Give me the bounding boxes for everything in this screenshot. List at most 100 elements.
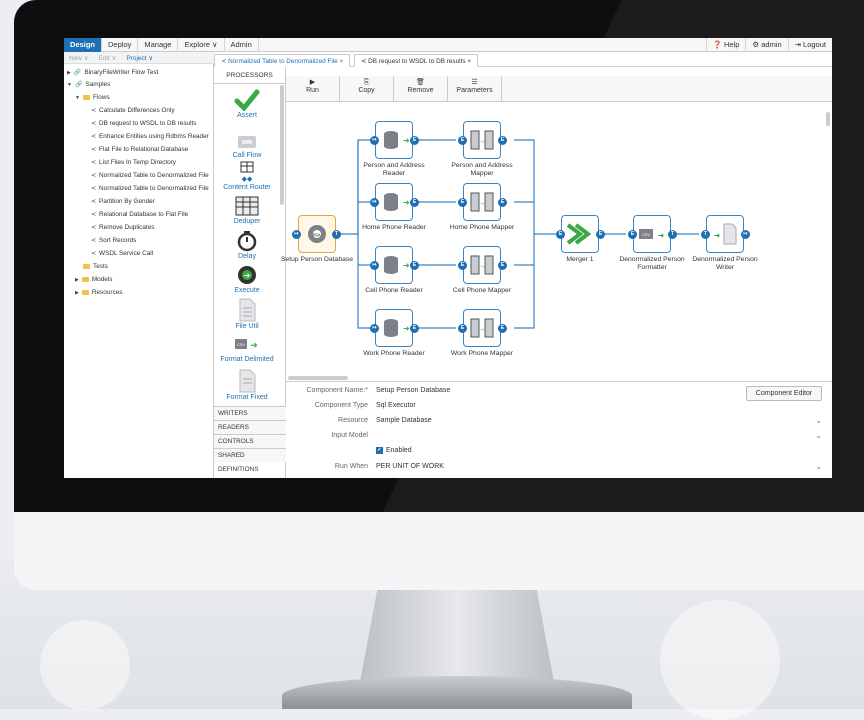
nav-manage[interactable]: Manage xyxy=(138,38,179,52)
tree-item[interactable]: ≺ Calculate Differences Only xyxy=(91,105,175,116)
close-icon[interactable]: × xyxy=(466,58,471,65)
node-denormalized-person-formatter[interactable]: CSV ➜ xyxy=(633,215,671,253)
node-merger-1[interactable] xyxy=(561,215,599,253)
input-port[interactable]: ↦ xyxy=(370,136,379,145)
tree-item[interactable]: ≺ WSDL Service Call xyxy=(91,248,153,259)
node-home-phone-mapper[interactable]: → xyxy=(463,183,501,221)
remove-button[interactable]: 🗑 Remove xyxy=(394,76,448,102)
palette-content-router[interactable]: ◆◆ Content Router xyxy=(214,161,280,191)
project-menu[interactable]: Project ∨ xyxy=(121,54,158,62)
palette-delay[interactable]: Delay xyxy=(214,230,280,260)
tab-db-request[interactable]: ≺ DB request to WSDL to DB results × xyxy=(354,54,479,67)
tab-normalized-table[interactable]: ≺ Normalized Table to Denormalized File … xyxy=(214,54,351,67)
tree-item[interactable]: ≺ Flat File to Relational Database xyxy=(91,144,188,155)
output-port[interactable]: ↦ xyxy=(741,230,750,239)
palette-scrollbar[interactable] xyxy=(280,85,284,205)
input-port[interactable]: ↦ xyxy=(370,324,379,333)
help-button[interactable]: ❓ Help xyxy=(705,38,746,52)
flow-canvas[interactable]: SQL ↦ T Setup Person Database ➜ ↦ E Pers… xyxy=(281,104,832,379)
user-menu[interactable]: ⚙ admin xyxy=(745,38,787,52)
output-port-e[interactable]: E xyxy=(410,324,419,333)
input-port[interactable]: E xyxy=(458,198,467,207)
input-port[interactable]: ↦ xyxy=(370,198,379,207)
output-port-e[interactable]: E xyxy=(498,198,507,207)
run-when-select[interactable]: PER UNIT OF WORK xyxy=(376,460,444,474)
new-menu[interactable]: New ∨ xyxy=(64,54,94,62)
tree-item[interactable]: ≺ Enhance Entities using Rdbms Reader xyxy=(91,131,209,142)
tree-item[interactable]: ▶ 🔗 BinaryFileWriter Flow Test xyxy=(67,67,158,78)
svg-text:SQL: SQL xyxy=(313,232,322,237)
svg-text:➜: ➜ xyxy=(403,136,410,145)
palette-execute[interactable]: ➜ Execute xyxy=(214,264,280,294)
tree-item[interactable]: ≺ Normalized Table to Denormalized File xyxy=(91,170,209,181)
copy-button[interactable]: ⎘ Copy xyxy=(340,76,394,102)
output-port-t[interactable]: T xyxy=(332,230,341,239)
output-port-e[interactable]: E xyxy=(596,230,605,239)
output-port-e[interactable]: E xyxy=(498,261,507,270)
copy-icon: ⎘ xyxy=(363,79,370,86)
run-button[interactable]: ▶ Run xyxy=(286,76,340,102)
canvas-horizontal-scrollbar[interactable] xyxy=(288,376,348,380)
parameters-button[interactable]: ☰ Parameters xyxy=(448,76,502,102)
output-port-t[interactable]: T xyxy=(668,230,677,239)
chevron-down-icon[interactable]: ⌄ xyxy=(815,429,822,443)
input-port[interactable]: T xyxy=(701,230,710,239)
tree-item[interactable]: ≺ DB request to WSDL to DB results xyxy=(91,118,196,129)
node-person-address-mapper[interactable]: → xyxy=(463,121,501,159)
node-setup-person-database[interactable]: SQL xyxy=(298,215,336,253)
node-work-phone-reader[interactable]: ➜ xyxy=(375,309,413,347)
tree-item[interactable]: ≺ Sort Records xyxy=(91,235,136,246)
input-port[interactable]: E xyxy=(628,230,637,239)
palette-deduper[interactable]: Deduper xyxy=(214,195,280,225)
node-denormalized-person-writer[interactable]: ➜ xyxy=(706,215,744,253)
chevron-down-icon[interactable]: ⌄ xyxy=(815,460,822,474)
input-port[interactable]: E xyxy=(458,136,467,145)
output-port-e[interactable]: E xyxy=(410,261,419,270)
tree-item[interactable]: ▼ Flows xyxy=(75,92,110,103)
node-cell-phone-mapper[interactable]: → xyxy=(463,246,501,284)
tree-item[interactable]: Tests xyxy=(83,261,108,272)
logout-button[interactable]: ⇥ Logout xyxy=(787,38,832,52)
tree-item[interactable]: ≺ List Files In Temp Directory xyxy=(91,157,176,168)
output-port-e[interactable]: E xyxy=(498,136,507,145)
palette-format-delimited[interactable]: CSV ➜ Format Delimited xyxy=(214,335,280,363)
input-port[interactable]: ↦ xyxy=(370,261,379,270)
palette-section-shared[interactable]: SHARED DEFINITIONS xyxy=(214,448,286,473)
nav-admin[interactable]: Admin xyxy=(225,38,259,52)
tree-item[interactable]: ▶ Resources xyxy=(75,287,122,298)
close-icon[interactable]: × xyxy=(338,58,344,65)
nav-deploy[interactable]: Deploy xyxy=(102,38,139,52)
node-home-phone-reader[interactable]: ➜ xyxy=(375,183,413,221)
chevron-down-icon[interactable]: ⌄ xyxy=(815,414,822,428)
tree-item[interactable]: ≺ Partition By Gender xyxy=(91,196,155,207)
node-person-address-reader[interactable]: ➜ xyxy=(375,121,413,159)
edit-menu[interactable]: Edit ∨ xyxy=(94,54,122,62)
palette-file-util[interactable]: File Util xyxy=(214,298,280,330)
node-cell-phone-reader[interactable]: ➜ xyxy=(375,246,413,284)
tree-item[interactable]: ≺ Relational Database to Flat File xyxy=(91,209,188,220)
input-port[interactable]: E xyxy=(556,230,565,239)
input-port[interactable]: E xyxy=(458,261,467,270)
tree-item[interactable]: ≺ Normalized Table to Denormalized File xyxy=(91,183,209,194)
output-port-e[interactable]: E xyxy=(498,324,507,333)
resource-select[interactable]: Sample Database xyxy=(376,414,432,428)
tree-item[interactable]: ▼ 🔗 Samples xyxy=(67,79,110,90)
nav-design[interactable]: Design xyxy=(64,38,103,52)
tree-item[interactable]: ≺ Remove Duplicates xyxy=(91,222,154,233)
output-port-e[interactable]: E xyxy=(410,136,419,145)
palette-section-writers[interactable]: WRITERS xyxy=(214,406,286,420)
input-port[interactable]: E xyxy=(458,324,467,333)
palette-format-fixed[interactable]: Format Fixed xyxy=(214,369,280,401)
palette-call-flow[interactable]: Call Flow xyxy=(214,133,280,159)
enabled-checkbox[interactable]: ✔ xyxy=(376,446,383,454)
canvas-vertical-scrollbar[interactable] xyxy=(826,112,830,126)
palette-section-readers[interactable]: READERS xyxy=(214,420,286,434)
palette-section-controls[interactable]: CONTROLS xyxy=(214,434,286,448)
tree-item[interactable]: ▶ Models xyxy=(75,274,112,285)
input-port[interactable]: ↦ xyxy=(292,230,301,239)
palette-assert[interactable]: Assert xyxy=(214,89,280,119)
component-name-input[interactable]: Setup Person Database xyxy=(376,384,450,398)
nav-explore[interactable]: Explore ∨ xyxy=(178,38,225,52)
node-work-phone-mapper[interactable]: → xyxy=(463,309,501,347)
output-port-e[interactable]: E xyxy=(410,198,419,207)
